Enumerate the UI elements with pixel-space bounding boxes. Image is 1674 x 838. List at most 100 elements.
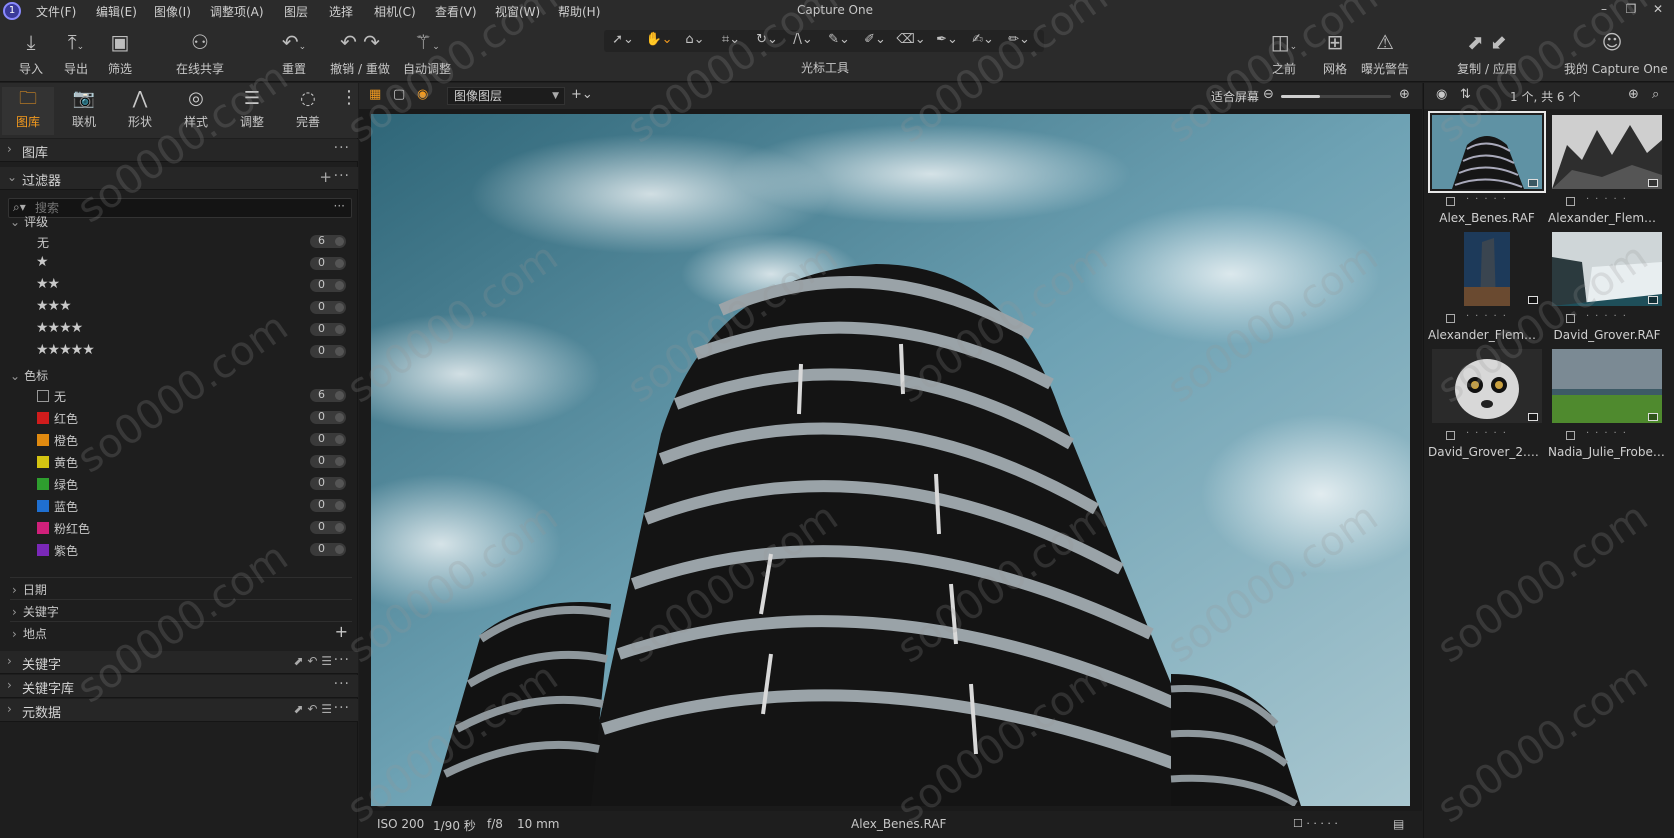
thumbnail-meta[interactable]: ····· xyxy=(1552,428,1662,442)
more-icon[interactable]: ··· xyxy=(334,700,350,716)
count-pill[interactable]: 0 xyxy=(310,278,346,292)
zoom-in-icon[interactable]: ⊕ xyxy=(1399,87,1410,102)
search-icon[interactable]: ⌕ xyxy=(1652,87,1659,102)
more-icon[interactable]: ··· xyxy=(334,168,350,184)
count-pill[interactable]: 0 xyxy=(310,410,346,424)
panel-actions-icon[interactable]: ⬈ ↶ ☰ xyxy=(294,654,333,668)
tab-tethered[interactable]: 📷 联机 xyxy=(58,87,110,130)
thumbnail-meta[interactable]: ····· xyxy=(1552,311,1662,325)
before-button[interactable]: ◫⌄ 之前 xyxy=(1262,28,1306,77)
zoom-icon[interactable]: ⊕ xyxy=(1628,87,1639,102)
zoom-out-icon[interactable]: ⊖ xyxy=(1263,87,1274,102)
thumbnail-david-grover[interactable]: ····· David_Grover.RAF xyxy=(1548,228,1666,348)
keystone-icon[interactable]: /\⌄ xyxy=(786,32,820,50)
thumbnail-nadia-julie[interactable]: ····· Nadia_Julie_Froberg... xyxy=(1548,345,1666,465)
spot-icon[interactable]: ✎⌄ xyxy=(822,32,856,50)
more-icon[interactable]: ··· xyxy=(334,652,350,668)
count-pill[interactable]: 0 xyxy=(310,498,346,512)
thumbnail-meta[interactable]: ····· xyxy=(1432,194,1542,208)
keyword-library-panel-header[interactable]: › 关键字库 ··· xyxy=(0,675,358,698)
rating-3-row[interactable]: ★★★ 0 xyxy=(0,296,358,318)
undo-redo-button[interactable]: ↶ ↷ 撤销 / 重做 xyxy=(330,28,390,77)
rating-1-row[interactable]: ★ 0 xyxy=(0,252,358,274)
rating-2-row[interactable]: ★★ 0 xyxy=(0,274,358,296)
grid-button[interactable]: ⊞ 网格 xyxy=(1318,28,1352,77)
metadata-panel-header[interactable]: › 元数据 ⬈ ↶ ☰ ··· xyxy=(0,699,358,722)
sort-icon[interactable]: ⇅ xyxy=(1460,87,1471,102)
thumbnail-alex-benes[interactable]: ····· Alex_Benes.RAF xyxy=(1428,111,1546,231)
location-filter-header[interactable]: › 地点 + xyxy=(12,622,348,642)
count-pill[interactable]: 0 xyxy=(310,300,346,314)
count-pill[interactable]: 0 xyxy=(310,542,346,556)
thumbnail-meta[interactable]: ····· xyxy=(1432,428,1542,442)
panel-actions-icon[interactable]: ⬈ ↶ ☰ xyxy=(294,702,333,716)
fit-screen-label[interactable]: 适合屏幕 xyxy=(1211,88,1259,105)
tab-refine[interactable]: ◌ 完善 xyxy=(282,87,334,130)
layer-select[interactable]: 图像图层 ▼ xyxy=(447,87,565,105)
color-tag-row[interactable]: 无6 xyxy=(0,384,358,406)
count-pill[interactable]: 0 xyxy=(310,520,346,534)
export-button[interactable]: ⤒⌄ 导出 xyxy=(58,28,94,77)
rating-5-row[interactable]: ★★★★★ 0 xyxy=(0,340,358,362)
menu-view[interactable]: 查看(V) xyxy=(435,3,477,20)
count-pill[interactable]: 0 xyxy=(310,256,346,270)
add-layer-icon[interactable]: +⌄ xyxy=(571,87,593,102)
count-pill[interactable]: 6 xyxy=(310,234,346,248)
crop-icon[interactable]: ⌗⌄ xyxy=(714,32,748,50)
count-pill[interactable]: 0 xyxy=(310,344,346,358)
thumbnail-david-grover-2[interactable]: ····· David_Grover_2.ARW xyxy=(1428,345,1546,465)
menu-file[interactable]: 文件(F) xyxy=(36,3,76,20)
search-input[interactable] xyxy=(35,200,315,216)
color-tag-row[interactable]: 紫色 0 xyxy=(0,538,358,560)
restore-button[interactable]: ❐ xyxy=(1621,2,1641,20)
exposure-warning-button[interactable]: ⚠ 曝光警告 xyxy=(1360,28,1410,77)
color-tag-row[interactable]: 黄色 0 xyxy=(0,450,358,472)
menu-window[interactable]: 视窗(W) xyxy=(495,3,540,20)
menu-select[interactable]: 选择 xyxy=(329,3,353,20)
multi-view-icon[interactable]: ▦ xyxy=(369,87,381,102)
tab-styles[interactable]: ◎ 样式 xyxy=(170,87,222,130)
menu-help[interactable]: 帮助(H) xyxy=(558,3,600,20)
annotation-icon[interactable]: ✍⌄ xyxy=(966,32,1000,50)
rating-none-row[interactable]: 无 6 xyxy=(0,230,358,252)
count-pill[interactable]: 6 xyxy=(310,388,346,402)
select-cursor-icon[interactable]: ➚⌄ xyxy=(606,32,640,50)
filters-panel-header[interactable]: ⌄ 过滤器 + ··· xyxy=(0,167,358,190)
menu-camera[interactable]: 相机(C) xyxy=(374,3,416,20)
color-tag-row[interactable]: 粉红色 0 xyxy=(0,516,358,538)
tab-shape[interactable]: ⋀ 形状 xyxy=(114,87,166,130)
keywords-panel-header[interactable]: › 关键字 ⬈ ↶ ☰ ··· xyxy=(0,651,358,674)
tab-library[interactable]: 🗀 图库 xyxy=(2,87,54,135)
thumbnail-meta[interactable]: ····· xyxy=(1432,311,1542,325)
count-pill[interactable]: 0 xyxy=(310,432,346,446)
proof-view-icon[interactable]: ◉ xyxy=(417,87,428,102)
rating-dots[interactable]: ☐ · · · · · xyxy=(1293,817,1338,830)
color-tag-row[interactable]: 红色 0 xyxy=(0,406,358,428)
date-filter-header[interactable]: › 日期 xyxy=(12,581,47,598)
main-photo[interactable] xyxy=(371,114,1410,806)
filter-button[interactable]: ▣ 筛选 xyxy=(102,28,138,77)
my-capture-one-button[interactable]: ☺ 我的 Capture One xyxy=(1564,28,1668,77)
minimize-button[interactable]: – xyxy=(1594,2,1614,20)
menu-layers[interactable]: 图层 xyxy=(284,3,308,20)
zoom-slider[interactable] xyxy=(1281,95,1391,98)
eraser-icon[interactable]: ⌫⌄ xyxy=(894,32,928,50)
library-panel-header[interactable]: › 图库 ··· xyxy=(0,139,358,162)
count-pill[interactable]: 0 xyxy=(310,476,346,490)
auto-adjust-button[interactable]: ⚚⌄ 自动调整 xyxy=(400,28,454,77)
reset-button[interactable]: ↶⌄ 重置 xyxy=(272,28,316,77)
copy-apply-button[interactable]: ⬈ ⬋ 复制 / 应用 xyxy=(1456,28,1518,77)
rotate-icon[interactable]: ↻⌄ xyxy=(750,32,784,50)
thumbnail-meta[interactable]: ····· xyxy=(1552,194,1662,208)
keyword-filter-header[interactable]: › 关键字 xyxy=(12,603,59,620)
add-icon[interactable]: + xyxy=(335,622,348,641)
more-icon[interactable]: ··· xyxy=(334,676,350,692)
rating-4-row[interactable]: ★★★★ 0 xyxy=(0,318,358,340)
more-icon[interactable]: ··· xyxy=(334,140,350,156)
add-icon[interactable]: + xyxy=(319,168,332,186)
menu-image[interactable]: 图像(I) xyxy=(154,3,191,20)
count-pill[interactable]: 0 xyxy=(310,454,346,468)
live-share-button[interactable]: ⚇ 在线共享 xyxy=(172,28,228,77)
more-tabs-icon[interactable]: ⋮ xyxy=(340,89,358,107)
color-tag-row[interactable]: 蓝色 0 xyxy=(0,494,358,516)
